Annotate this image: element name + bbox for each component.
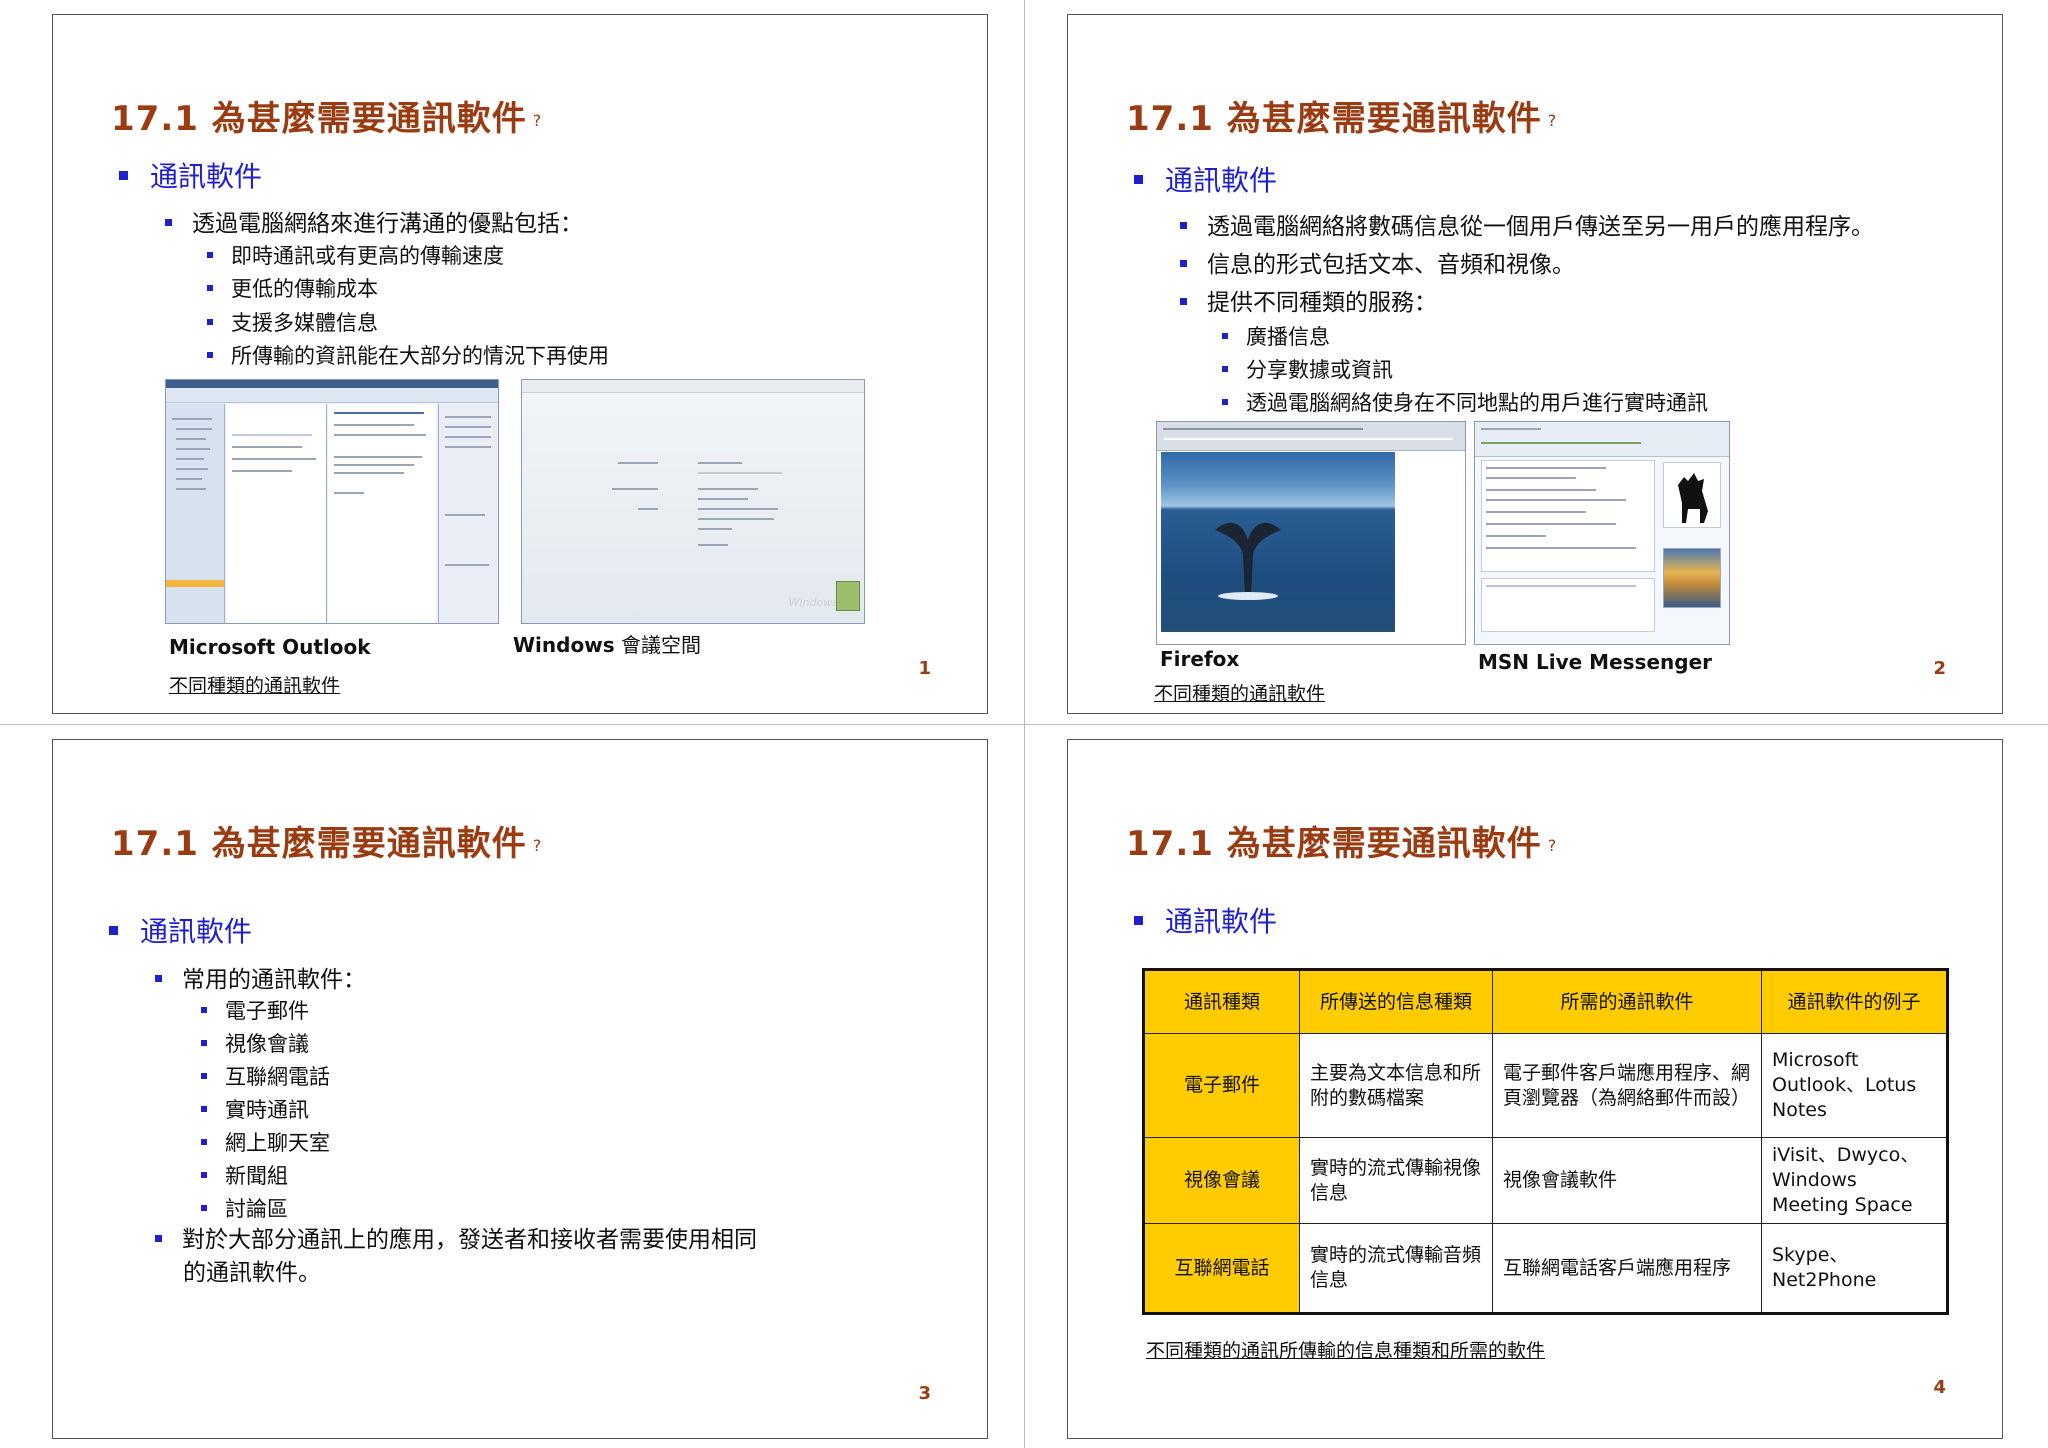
outlook-screenshot [165, 379, 499, 624]
slide-heading: 通訊軟件 [109, 910, 252, 950]
subbullet-item: 網上聊天室 [201, 1127, 330, 1157]
subbullet-item: 實時通訊 [201, 1094, 309, 1124]
slide-caption: 不同種類的通訊軟件 [169, 675, 341, 697]
slide-heading: 通訊軟件 [1134, 900, 1277, 940]
table-cell: 電子郵件客戶端應用程序、網頁瀏覽器（為網絡郵件而設） [1492, 1033, 1762, 1138]
bullet-item-continuation: 的通訊軟件。 [183, 1260, 321, 1286]
slide-3: 17.1 為甚麼需要通訊軟件? 通訊軟件 常用的通訊軟件： 電子郵件 視像會議 … [52, 739, 988, 1439]
subbullet-item: 更低的傳輸成本 [207, 273, 378, 303]
subbullet-item: 廣播信息 [1222, 321, 1330, 351]
meeting-label: Windows 會議空間 [513, 633, 701, 657]
firefox-screenshot [1156, 421, 1466, 645]
slide-4: 17.1 為甚麼需要通訊軟件? 通訊軟件 通訊種類 所傳送的信息種類 所需的通訊… [1067, 739, 2003, 1439]
table-cell: 視像會議 [1143, 1137, 1300, 1224]
bullet-item: 提供不同種類的服務： [1180, 283, 1437, 317]
subbullet-item: 即時通訊或有更高的傳輸速度 [207, 240, 504, 270]
comparison-table: 通訊種類 所傳送的信息種類 所需的通訊軟件 通訊軟件的例子 電子郵件 主要為文本… [1142, 968, 1949, 1315]
meeting-icon [836, 581, 860, 611]
table-cell: 實時的流式傳輸視像信息 [1299, 1137, 1493, 1224]
table-row: 電子郵件 主要為文本信息和所附的數碼檔案 電子郵件客戶端應用程序、網頁瀏覽器（為… [1143, 1033, 1948, 1138]
subbullet-item: 討論區 [201, 1193, 288, 1223]
subbullet-item: 透過電腦網絡使身在不同地點的用戶進行實時通訊 [1222, 387, 1708, 417]
bullet-item: 透過電腦網絡來進行溝通的優點包括： [165, 204, 583, 238]
table-cell: 互聯網電話 [1143, 1223, 1300, 1314]
slide-1: 17.1 為甚麼需要通訊軟件? 通訊軟件 透過電腦網絡來進行溝通的優點包括： 即… [52, 14, 988, 714]
slide-caption: 不同種類的通訊軟件 [1154, 683, 1326, 705]
firefox-label: Firefox [1160, 647, 1240, 671]
windows-meeting-screenshot: Windows [521, 379, 865, 624]
table-header-cell: 通訊種類 [1143, 969, 1300, 1034]
subbullet-item: 支援多媒體信息 [207, 307, 378, 337]
outlook-label: Microsoft Outlook [169, 635, 371, 659]
table-cell: 實時的流式傳輸音頻信息 [1299, 1223, 1493, 1314]
page-number: 2 [1933, 658, 1946, 679]
table-header-cell: 所需的通訊軟件 [1492, 969, 1762, 1034]
bullet-item: 透過電腦網絡將數碼信息從一個用戶傳送至另一用戶的應用程序。 [1180, 207, 1874, 241]
contact-photo [1663, 548, 1721, 608]
page-number: 3 [918, 1383, 931, 1404]
table-header-row: 通訊種類 所傳送的信息種類 所需的通訊軟件 通訊軟件的例子 [1143, 969, 1948, 1034]
whale-tail-image [1215, 522, 1281, 600]
table-cell: iVisit、Dwyco、Windows Meeting Space [1761, 1137, 1948, 1224]
slide-title: 17.1 為甚麼需要通訊軟件? [111, 99, 543, 139]
page-number: 4 [1933, 1377, 1946, 1398]
slide-2: 17.1 為甚麼需要通訊軟件? 通訊軟件 透過電腦網絡將數碼信息從一個用戶傳送至… [1067, 14, 2003, 714]
table-row: 視像會議 實時的流式傳輸視像信息 視像會議軟件 iVisit、Dwyco、Win… [1143, 1137, 1948, 1224]
slide-title: 17.1 為甚麼需要通訊軟件? [1126, 824, 1558, 864]
table-row: 互聯網電話 實時的流式傳輸音頻信息 互聯網電話客戶端應用程序 Skype、Net… [1143, 1223, 1948, 1314]
page-divider-horizontal [0, 724, 2048, 725]
table-header-cell: 通訊軟件的例子 [1761, 969, 1948, 1034]
table-cell: 電子郵件 [1143, 1033, 1300, 1138]
subbullet-item: 視像會議 [201, 1028, 309, 1058]
whale-photo [1161, 452, 1395, 632]
bullet-item: 常用的通訊軟件： [155, 960, 366, 994]
msn-messenger-screenshot [1474, 421, 1730, 645]
table-header-cell: 所傳送的信息種類 [1299, 969, 1493, 1034]
windows-logo: Windows [788, 596, 838, 609]
subbullet-item: 新聞組 [201, 1160, 288, 1190]
bullet-item: 對於大部分通訊上的應用，發送者和接收者需要使用相同 [155, 1220, 757, 1254]
slide-title: 17.1 為甚麼需要通訊軟件? [111, 824, 543, 864]
page-number: 1 [918, 658, 931, 679]
table-cell: Microsoft Outlook、Lotus Notes [1761, 1033, 1948, 1138]
subbullet-item: 分享數據或資訊 [1222, 354, 1393, 384]
table-cell: 互聯網電話客戶端應用程序 [1492, 1223, 1762, 1314]
deer-avatar [1663, 462, 1721, 528]
bullet-item: 信息的形式包括文本、音頻和視像。 [1180, 245, 1575, 279]
msn-label: MSN Live Messenger [1478, 650, 1712, 674]
subbullet-item: 所傳輸的資訊能在大部分的情況下再使用 [207, 340, 609, 370]
table-cell: Skype、Net2Phone [1761, 1223, 1948, 1314]
slide-heading: 通訊軟件 [119, 155, 262, 195]
table-caption: 不同種類的通訊所傳輸的信息種類和所需的軟件 [1146, 1340, 1546, 1362]
subbullet-item: 電子郵件 [201, 995, 309, 1025]
slide-title: 17.1 為甚麼需要通訊軟件? [1126, 99, 1558, 139]
subbullet-item: 互聯網電話 [201, 1061, 330, 1091]
table-cell: 主要為文本信息和所附的數碼檔案 [1299, 1033, 1493, 1138]
table-cell: 視像會議軟件 [1492, 1137, 1762, 1224]
slide-heading: 通訊軟件 [1134, 159, 1277, 199]
